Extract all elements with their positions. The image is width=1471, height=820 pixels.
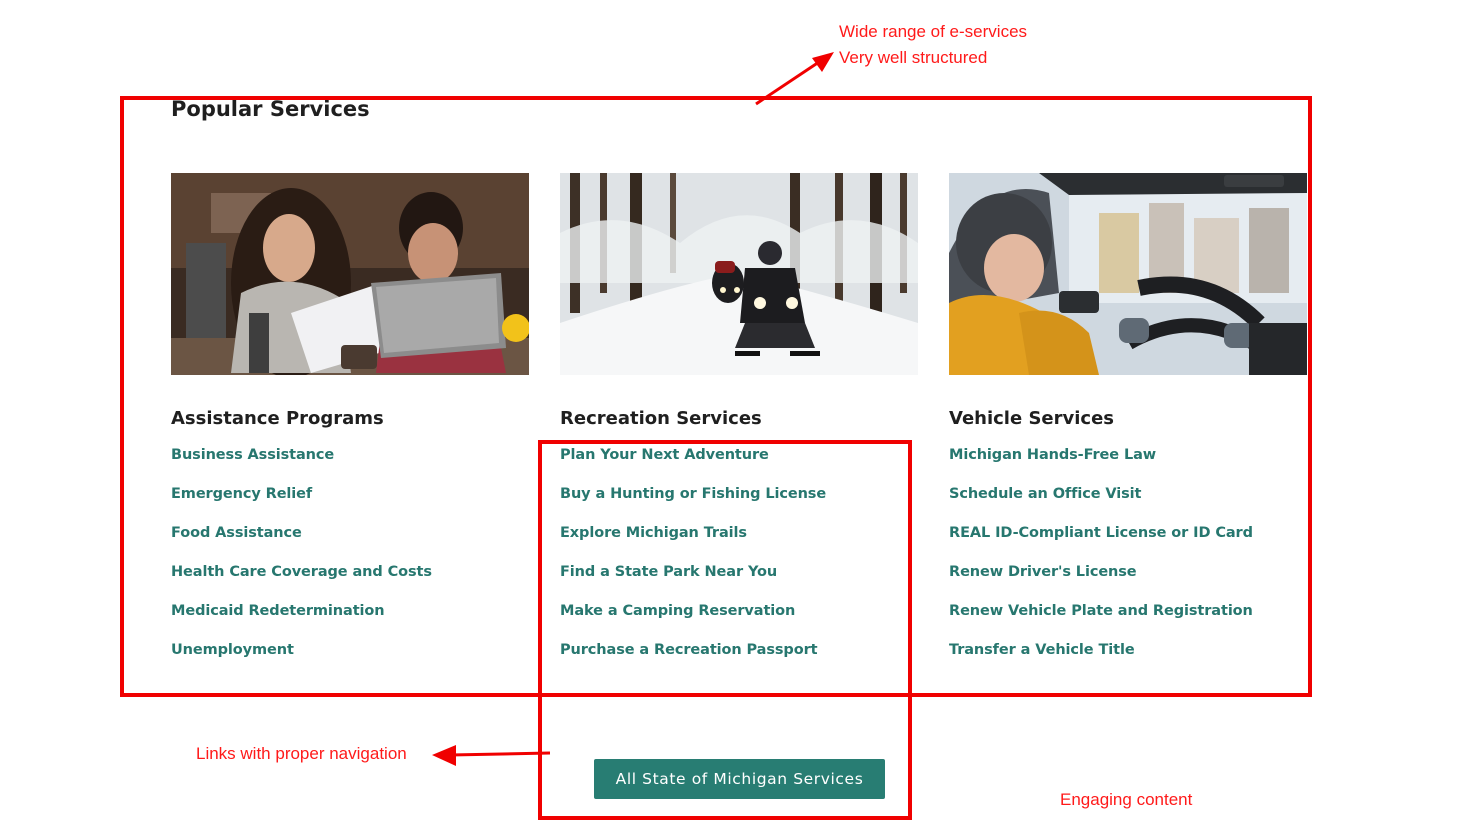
annotation-e-services: Wide range of e-services — [839, 22, 1028, 41]
annotation-links-navigation: Links with proper navigation — [196, 744, 407, 763]
annotation-well-structured: Very well structured — [839, 48, 988, 67]
annotation-engaging-content: Engaging content — [1060, 790, 1193, 809]
annotation-box-recreation-links — [538, 440, 912, 820]
